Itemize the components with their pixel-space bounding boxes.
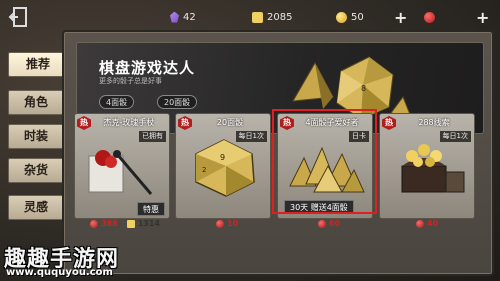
hot-badge: 热: [382, 116, 396, 130]
product-card-clues[interactable]: 热 288线索 每日1次: [379, 113, 475, 219]
tab-characters[interactable]: 角色: [8, 90, 64, 115]
watermark-url: www.ququyou.com: [6, 267, 113, 278]
coin-value: 50: [351, 11, 364, 23]
product-name: 杰克-玫瑰手杖: [103, 118, 155, 127]
red-coin-icon: [318, 219, 326, 228]
exit-icon[interactable]: [8, 6, 32, 28]
gem-value: 42: [183, 11, 196, 23]
hot-badge: 热: [77, 116, 91, 130]
price-red-value: 388: [101, 219, 118, 228]
price-d20: 10: [216, 217, 238, 230]
banner-subtitle: 更多的骰子总是好事: [99, 77, 162, 85]
tab-inspiration[interactable]: 灵感: [8, 195, 64, 220]
price-red-value: 60: [329, 219, 341, 228]
svg-text:8: 8: [361, 84, 366, 93]
banner-pill-d4: 4面骰: [99, 95, 135, 109]
banner-title: 棋盘游戏达人: [99, 59, 196, 77]
product-name: 20面骰: [216, 118, 244, 127]
coin-icon: [336, 11, 347, 23]
puzzle-icon: [252, 11, 263, 23]
banner-pill-d20: 20面骰: [157, 95, 198, 109]
svg-text:9: 9: [220, 153, 225, 162]
d20-dice-image: 9 2: [195, 139, 255, 197]
puzzle-counter: 2085: [252, 9, 292, 25]
product-card-d20[interactable]: 热 20面骰 每日1次 9 2: [175, 113, 271, 219]
price-red-value: 40: [427, 219, 439, 228]
clue-chest-image: [401, 144, 465, 193]
rose-cane-image: [88, 150, 153, 195]
puzzle-icon: [126, 219, 135, 228]
red-coin-icon: [216, 219, 224, 228]
price-rose-cane: 388 1314: [90, 217, 160, 230]
add-red-coin-button[interactable]: +: [476, 8, 489, 27]
gem-counter: 42: [170, 9, 196, 25]
puzzle-value: 2085: [267, 11, 293, 23]
red-coin-icon: [416, 219, 424, 228]
tab-costumes[interactable]: 时装: [8, 124, 64, 149]
gem-icon: [170, 11, 179, 23]
add-coin-button[interactable]: +: [394, 8, 407, 27]
product-name: 288线索: [418, 118, 450, 127]
hot-badge: 热: [178, 116, 192, 130]
selection-highlight: [272, 109, 377, 214]
product-card-rose-cane[interactable]: 热 杰克-玫瑰手杖 已拥有 特惠: [74, 113, 170, 219]
coin-counter: 50: [336, 9, 364, 25]
top-bar: 42 2085 50 + +: [0, 0, 500, 34]
red-coin-icon: [424, 11, 435, 23]
price-d4-lover: 60: [318, 217, 340, 230]
price-clues: 40: [416, 217, 438, 230]
red-coin-counter: [424, 9, 435, 25]
price-puzzle-value: 1314: [137, 219, 160, 228]
tab-goods[interactable]: 杂货: [8, 158, 64, 183]
price-red-value: 10: [227, 219, 239, 228]
tab-recommended[interactable]: 推荐: [8, 52, 68, 77]
red-coin-icon: [90, 219, 98, 228]
svg-text:2: 2: [202, 166, 206, 174]
special-offer-badge: 特惠: [137, 202, 165, 216]
